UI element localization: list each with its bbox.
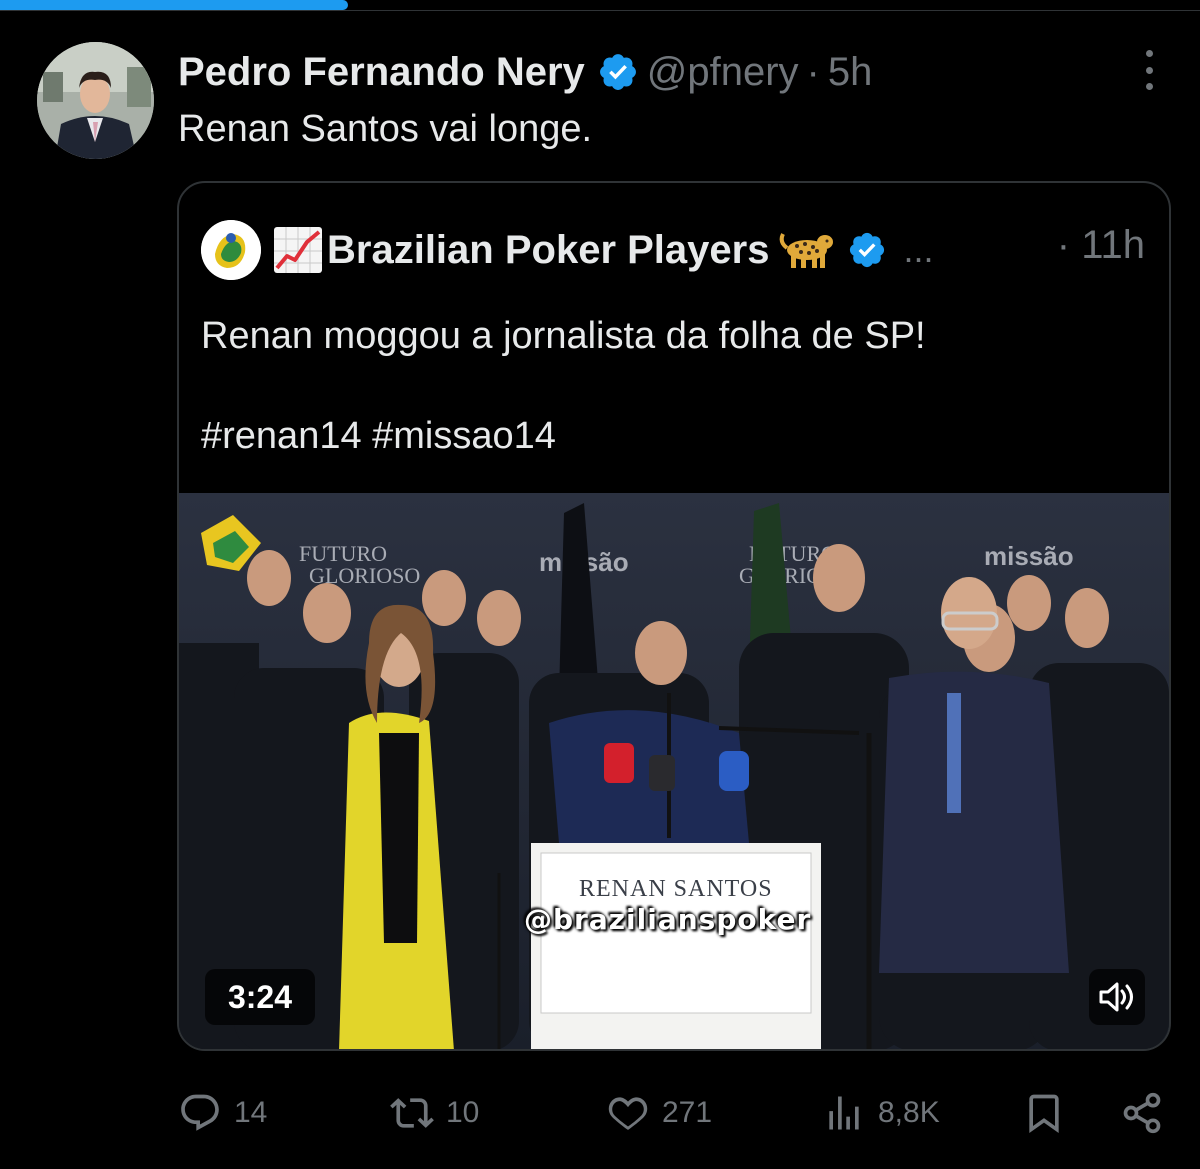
like-count: 271 [662, 1096, 713, 1129]
tweet-time[interactable]: 5h [828, 50, 873, 95]
video-progress-fill [0, 0, 348, 10]
like-icon [608, 1097, 648, 1130]
name-ellipsis: ... [903, 229, 934, 270]
quoted-tweet-header: Brazilian Poker Players ... [273, 221, 933, 279]
verified-badge-icon [847, 230, 887, 270]
video-player[interactable]: FUTUROGLORIOSO FUTUROGLORIOSO missão mis… [179, 493, 1169, 1049]
views-count: 8,8K [878, 1096, 940, 1129]
reply-button[interactable]: 14 [178, 1086, 267, 1140]
video-frame: FUTUROGLORIOSO FUTUROGLORIOSO missão mis… [179, 493, 1169, 1049]
video-progress-track[interactable] [0, 0, 1200, 10]
share-icon [1123, 1092, 1161, 1134]
quoted-hashtags[interactable]: #renan14 #missao14 [201, 411, 1151, 461]
repost-button[interactable]: 10 [390, 1086, 479, 1140]
author-avatar[interactable] [37, 42, 154, 159]
quoted-author-name[interactable]: Brazilian Poker Players [327, 228, 769, 273]
meta-separator: · [806, 49, 820, 94]
quoted-tweet-text: Renan moggou a jornalista da folha de SP… [201, 311, 1151, 461]
verified-badge-icon [597, 51, 639, 93]
podium-sign-title: RENAN SANTOS [579, 876, 773, 902]
quoted-author-avatar[interactable] [201, 220, 261, 280]
views-icon [829, 1096, 859, 1130]
leopard-icon [779, 228, 835, 272]
author-name[interactable]: Pedro Fernando Nery [178, 50, 585, 95]
bookmark-button[interactable] [1022, 1086, 1078, 1140]
share-button[interactable] [1120, 1086, 1176, 1140]
svg-text:missão: missão [984, 541, 1074, 571]
quoted-tweet-card[interactable]: Brazilian Poker Players ... · 11h Renan … [177, 181, 1171, 1051]
quoted-text-line: Renan moggou a jornalista da folha de SP… [201, 315, 926, 357]
video-duration: 3:24 [205, 969, 315, 1025]
tweet-header: Pedro Fernando Nery @pfnery · 5h [178, 44, 872, 100]
chart-increasing-icon [273, 226, 323, 274]
tweet-text: Renan Santos vai longe. [178, 108, 593, 150]
more-icon[interactable] [1134, 50, 1164, 90]
quoted-tweet-time[interactable]: · 11h [1057, 223, 1145, 268]
reply-count: 14 [234, 1096, 268, 1129]
sound-icon[interactable] [1089, 969, 1145, 1025]
reply-icon [181, 1094, 219, 1131]
tweet-actions-bar: 14 10 271 8,8K [178, 1086, 1178, 1140]
divider [0, 10, 1200, 11]
meta-separator: · [1056, 223, 1071, 267]
video-watermark: @brazilianspoker [524, 903, 812, 936]
repost-icon [390, 1098, 434, 1128]
like-button[interactable]: 271 [606, 1086, 712, 1140]
quoted-time-value: 11h [1081, 223, 1145, 267]
repost-count: 10 [446, 1096, 480, 1129]
author-handle[interactable]: @pfnery [647, 50, 799, 95]
views-button[interactable]: 8,8K [822, 1086, 940, 1140]
bookmark-icon [1029, 1094, 1059, 1134]
